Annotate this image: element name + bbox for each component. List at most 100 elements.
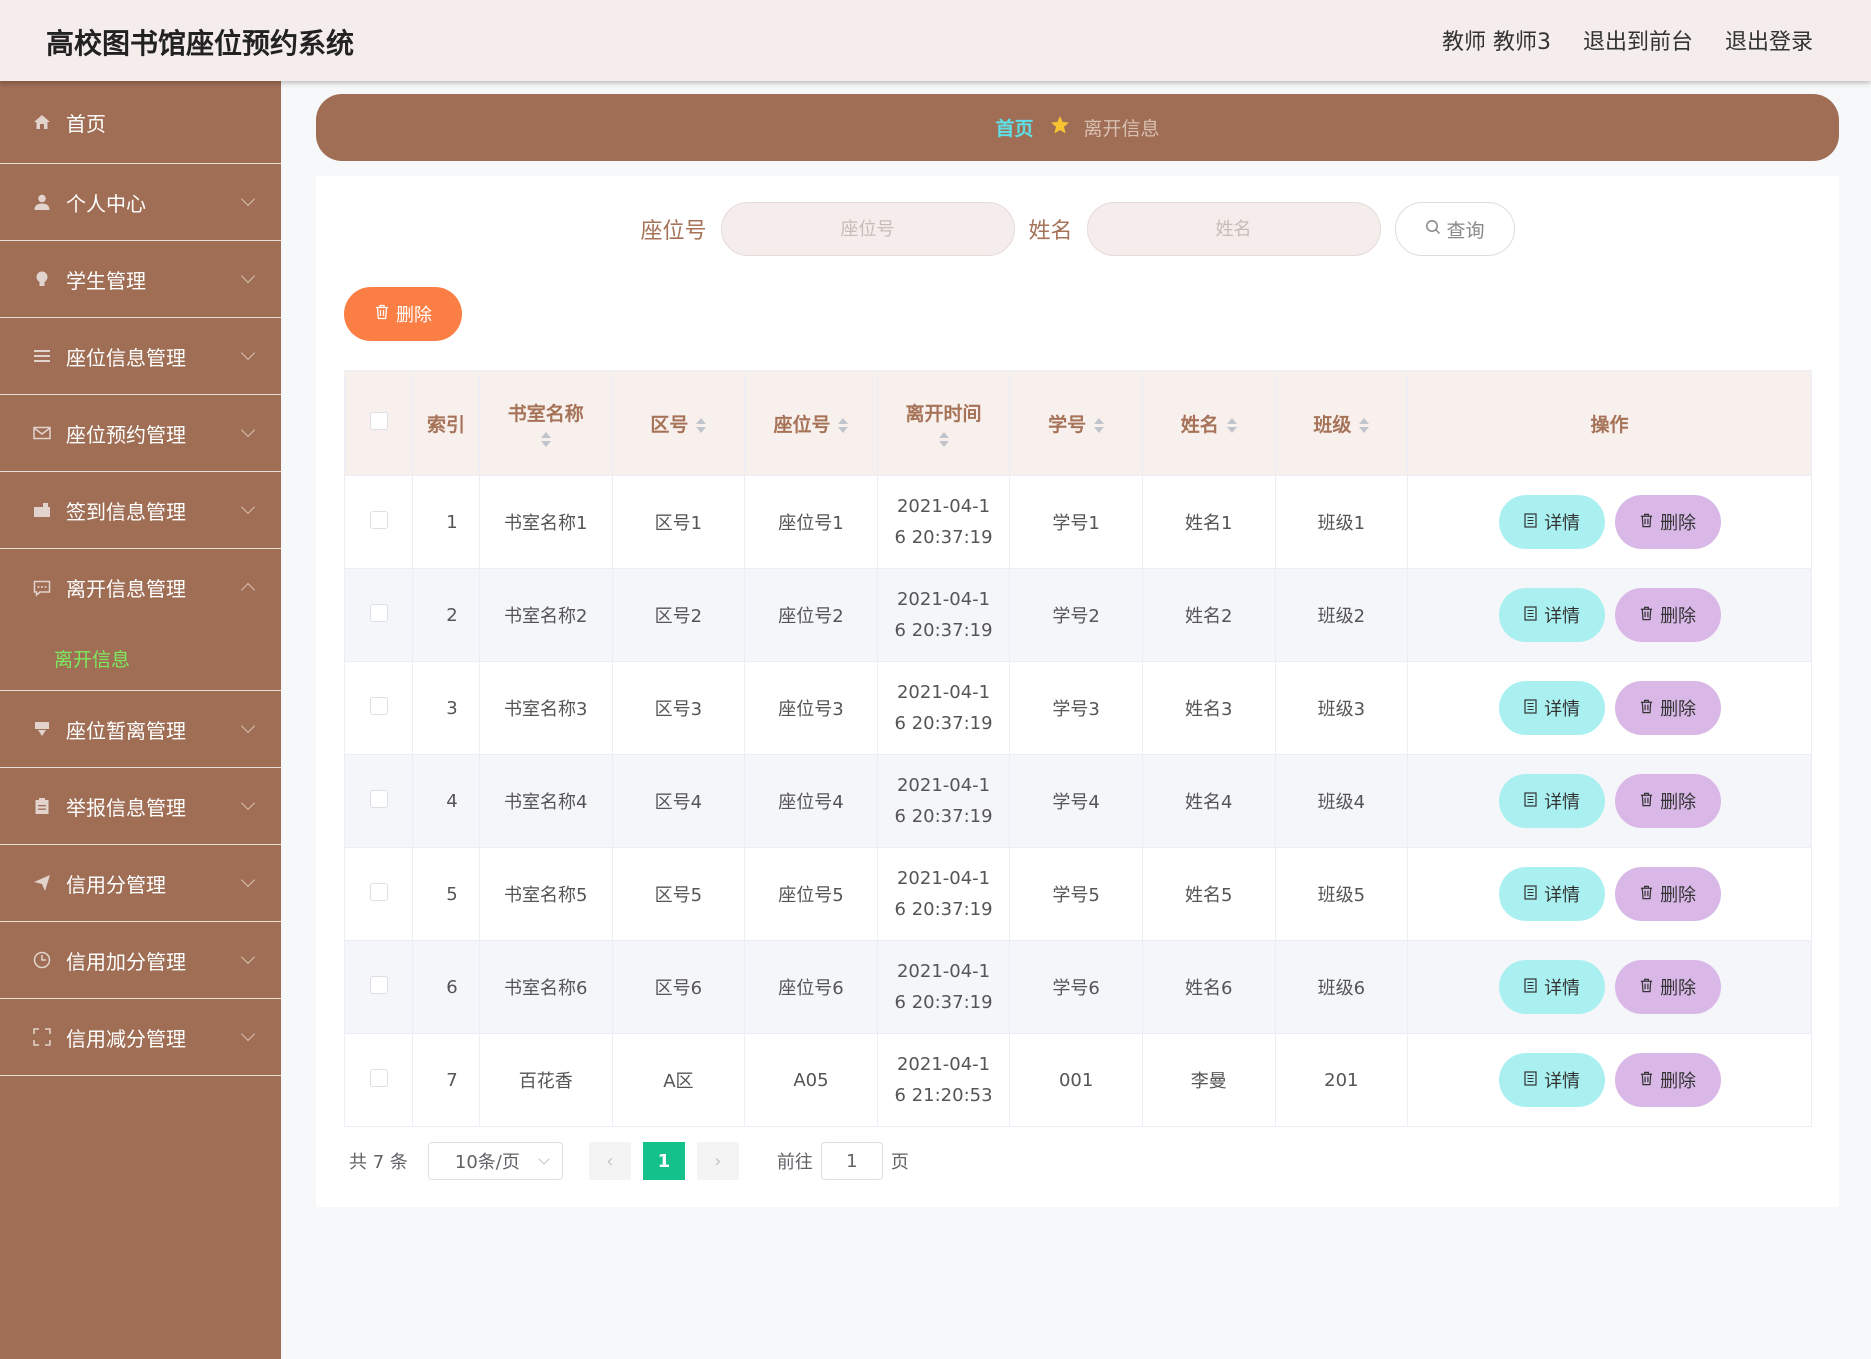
row-delete-button[interactable]: 删除 [1614,495,1721,549]
sidebar-item-seat-info[interactable]: 座位信息管理 [0,318,281,395]
row-delete-label: 删除 [1660,978,1697,999]
cell-index: 7 [412,1033,480,1127]
sidebar-item-credit-deduct[interactable]: 信用减分管理 [0,999,281,1076]
column-header-leave-time[interactable]: 离开时间 [876,370,1011,476]
breadcrumb-current: 离开信息 [1083,118,1160,140]
row-delete-button[interactable]: 删除 [1614,774,1721,828]
row-delete-button[interactable]: 删除 [1614,588,1721,642]
header-label: 姓名 [1180,413,1219,436]
query-button-label: 查询 [1446,219,1485,242]
bulk-delete-button[interactable]: 删除 [344,287,462,341]
cell-class: 班级3 [1274,661,1409,755]
select-all-checkbox[interactable] [369,411,388,430]
detail-button[interactable]: 详情 [1498,681,1605,735]
cell-leave-time: 2021-04-1 6 20:37:19 [876,661,1011,755]
table-row: 1 书室名称1 区号1 座位号1 2021-04-1 6 20:37:19 学号1 姓名1 班级… [343,475,1812,569]
logout-link[interactable]: 退出登录 [1725,24,1813,56]
row-delete-button[interactable]: 删除 [1614,1053,1721,1107]
document-icon [1523,1070,1538,1091]
query-button[interactable]: 查询 [1394,202,1515,256]
current-user[interactable]: 教师 教师3 [1442,24,1551,56]
sidebar-item-checkin-info[interactable]: 签到信息管理 [0,472,281,549]
row-checkbox[interactable] [369,882,388,901]
next-page-button[interactable]: › [696,1142,739,1180]
row-checkbox[interactable] [369,789,388,808]
page-number-current[interactable]: 1 [642,1142,685,1180]
header-label: 区号 [650,413,689,436]
trash-icon [1639,791,1654,812]
chat-icon [32,578,52,598]
row-checkbox[interactable] [369,510,388,529]
trash-icon [1639,605,1654,626]
goto-page-input[interactable] [820,1142,883,1180]
cell-student-id: 学号6 [1009,940,1143,1034]
row-checkbox[interactable] [369,603,388,622]
column-header-actions: 操作 [1407,370,1812,476]
sidebar-item-credit-add[interactable]: 信用加分管理 [0,922,281,999]
sidebar-item-label: 信用减分管理 [66,1026,186,1051]
detail-button[interactable]: 详情 [1498,774,1605,828]
cell-leave-time: 2021-04-1 6 20:37:19 [876,475,1011,569]
table-row: 7 百花香 A区 A05 2021-04-1 6 21:20:53 001 李曼 201 详情 删除 [343,1033,1812,1127]
detail-button[interactable]: 详情 [1498,960,1605,1014]
cell-class: 班级1 [1274,475,1409,569]
sidebar-item-seat-reservation[interactable]: 座位预约管理 [0,395,281,472]
row-delete-button[interactable]: 删除 [1614,681,1721,735]
column-header-name[interactable]: 姓名 [1141,370,1276,476]
leave-time-line1: 2021-04-1 [896,496,991,517]
sidebar-item-personal-center[interactable]: 个人中心 [0,164,281,241]
sidebar-item-leave-info[interactable]: 离开信息管理 [0,549,281,626]
chevron-down-icon [240,191,256,207]
search-form: 座位号 姓名 查询 [316,202,1839,256]
cell-zone: 区号1 [611,475,746,569]
column-header-seat[interactable]: 座位号 [744,370,878,476]
page-size-select[interactable]: 10条/页 [427,1142,563,1180]
table-row: 4 书室名称4 区号4 座位号4 2021-04-1 6 20:37:19 学号4 姓名4 班级… [343,754,1812,848]
sort-icon[interactable] [838,417,849,433]
seat-search-input[interactable] [720,202,1015,256]
sort-icon[interactable] [696,417,707,433]
breadcrumb: 首页 离开信息 [316,94,1839,161]
column-header-room[interactable]: 书室名称 [478,370,613,476]
name-search-input[interactable] [1086,202,1381,256]
sidebar-item-seat-temp-leave[interactable]: 座位暂离管理 [0,691,281,768]
sort-icon[interactable] [540,432,551,447]
column-header-student-id[interactable]: 学号 [1009,370,1143,476]
document-icon [1523,698,1538,719]
sort-icon[interactable] [1359,417,1370,433]
row-checkbox[interactable] [369,975,388,994]
sidebar-item-label: 举报信息管理 [66,795,186,820]
cell-leave-time: 2021-04-1 6 20:37:19 [876,568,1011,662]
sidebar-item-home[interactable]: 首页 [0,81,281,164]
row-delete-button[interactable]: 删除 [1614,867,1721,921]
cell-room: 百花香 [478,1033,613,1127]
detail-button[interactable]: 详情 [1498,1053,1605,1107]
prev-page-button[interactable]: ‹ [588,1142,631,1180]
breadcrumb-home[interactable]: 首页 [995,114,1033,141]
chevron-down-icon [240,345,256,361]
sort-icon[interactable] [1226,417,1237,433]
table-row: 5 书室名称5 区号5 座位号5 2021-04-1 6 20:37:19 学号5 姓名5 班级… [343,847,1812,941]
detail-button[interactable]: 详情 [1498,867,1605,921]
column-header-class[interactable]: 班级 [1274,370,1409,476]
row-checkbox[interactable] [369,696,388,715]
cell-zone: 区号2 [611,568,746,662]
sort-icon[interactable] [1094,417,1105,433]
sort-icon[interactable] [938,432,949,447]
cell-actions: 详情 删除 [1407,754,1812,848]
sidebar-item-label: 首页 [66,111,106,136]
sidebar-item-report-info[interactable]: 举报信息管理 [0,768,281,845]
sidebar-subitem-leave-info[interactable]: 离开信息 [0,626,281,690]
sidebar-item-label: 个人中心 [66,191,146,216]
sidebar-item-credit-score[interactable]: 信用分管理 [0,845,281,922]
row-delete-button[interactable]: 删除 [1614,960,1721,1014]
detail-button[interactable]: 详情 [1498,588,1605,642]
detail-button-label: 详情 [1544,606,1581,627]
column-header-zone[interactable]: 区号 [611,370,746,476]
detail-button[interactable]: 详情 [1498,495,1605,549]
sidebar-item-student-management[interactable]: 学生管理 [0,241,281,318]
leave-time-line2: 6 21:20:53 [894,1085,993,1106]
row-checkbox[interactable] [369,1068,388,1087]
exit-to-front-link[interactable]: 退出到前台 [1583,24,1693,56]
cell-zone: 区号3 [611,661,746,755]
